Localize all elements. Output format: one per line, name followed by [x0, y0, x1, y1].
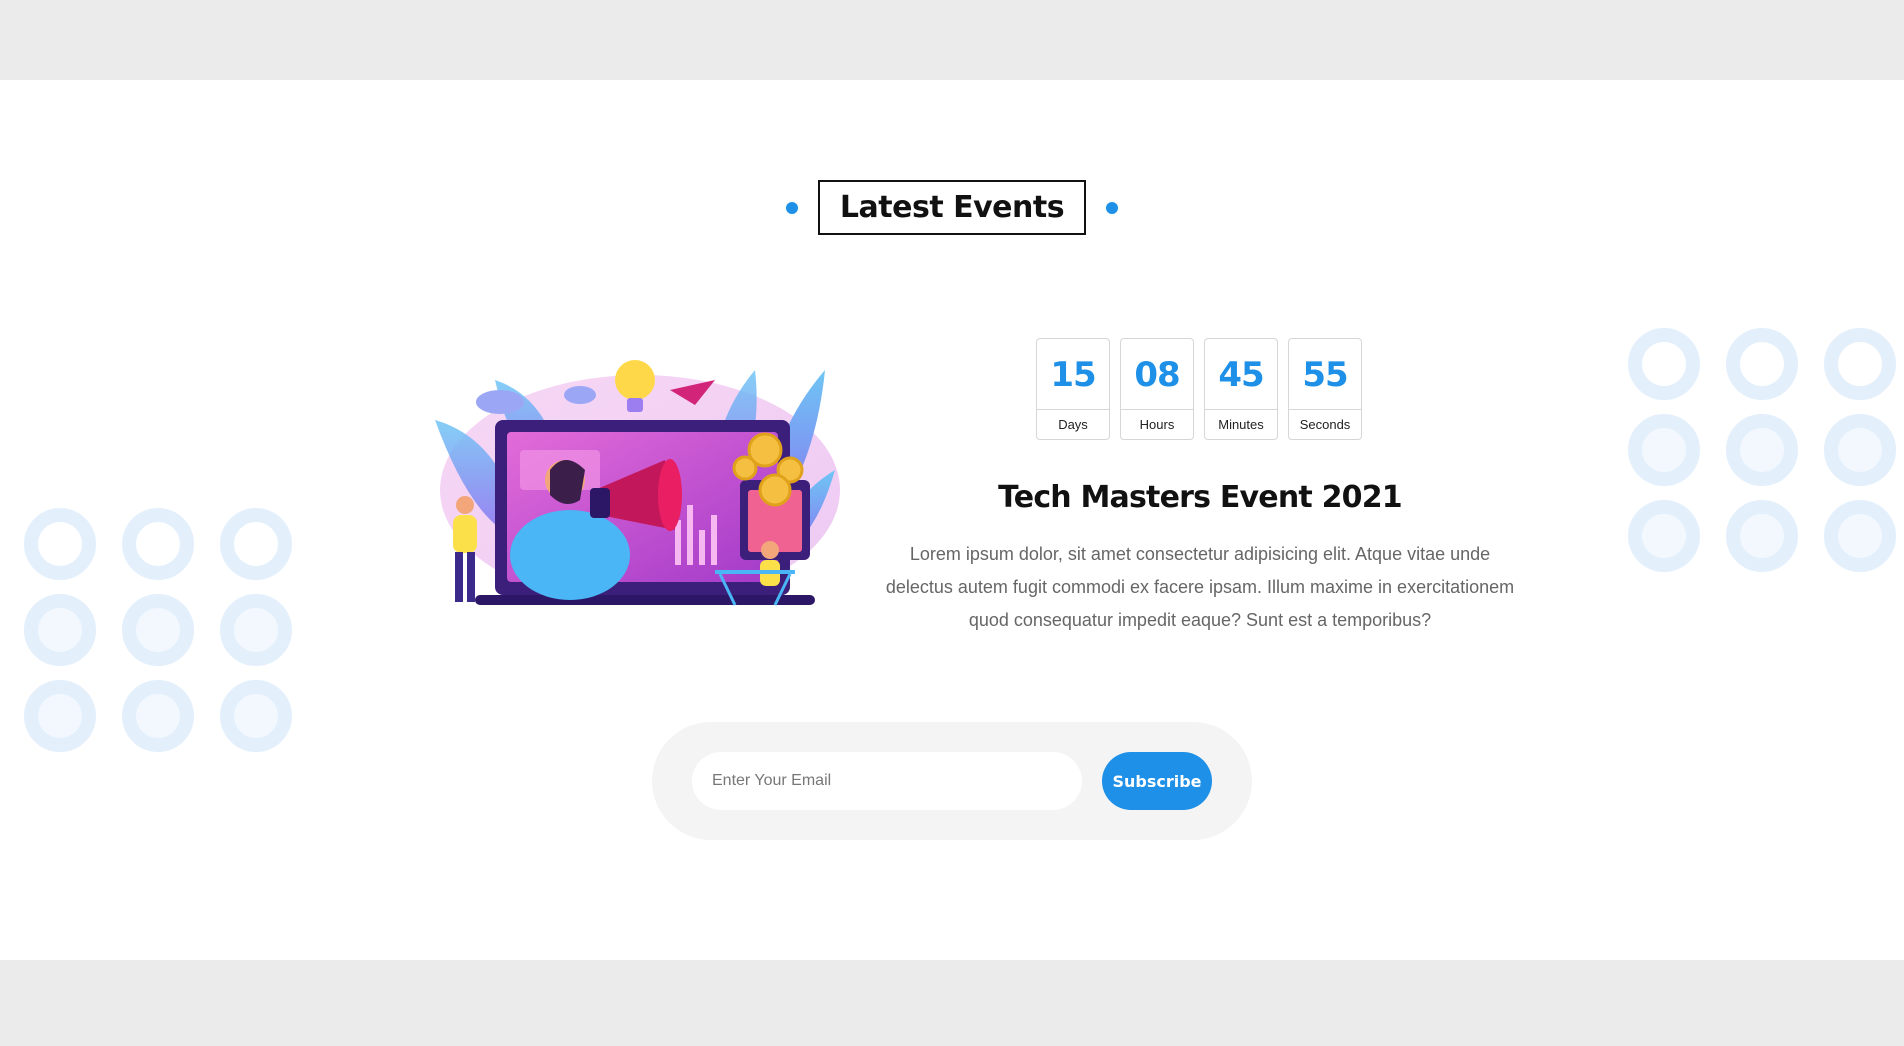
countdown-hours-value: 08 — [1134, 355, 1180, 395]
events-section: Latest Events 15 Days 08 Hours 45 Minute… — [0, 80, 1904, 960]
left-circle-decoration — [24, 508, 292, 752]
countdown-hours: 08 Hours — [1120, 338, 1194, 440]
countdown-seconds: 55 Seconds — [1288, 338, 1362, 440]
right-circle-decoration — [1628, 328, 1896, 572]
countdown-minutes-value: 45 — [1218, 355, 1264, 395]
email-input[interactable] — [692, 752, 1082, 810]
section-title: Latest Events — [817, 180, 1087, 235]
countdown-seconds-value: 55 — [1302, 355, 1348, 395]
event-description: Lorem ipsum dolor, sit amet consectetur … — [885, 544, 1515, 630]
subscribe-form: Subscribe — [652, 722, 1252, 840]
event-title: Tech Masters Event 2021 — [998, 480, 1403, 515]
countdown-timer: 15 Days 08 Hours 45 Minutes 55 Seconds — [1036, 338, 1362, 440]
countdown-hours-label: Hours — [1139, 417, 1175, 432]
subscribe-button[interactable]: Subscribe — [1102, 752, 1212, 810]
marketing-megaphone-illustration — [435, 360, 840, 606]
countdown-days: 15 Days — [1036, 338, 1110, 440]
heading-dot-right — [1106, 201, 1119, 214]
countdown-minutes-label: Minutes — [1218, 417, 1264, 432]
heading-dot-left — [785, 201, 798, 214]
countdown-days-value: 15 — [1050, 355, 1096, 395]
countdown-seconds-label: Seconds — [1299, 417, 1351, 432]
countdown-minutes: 45 Minutes — [1204, 338, 1278, 440]
section-heading: Latest Events — [0, 180, 1904, 235]
countdown-days-label: Days — [1058, 417, 1088, 432]
